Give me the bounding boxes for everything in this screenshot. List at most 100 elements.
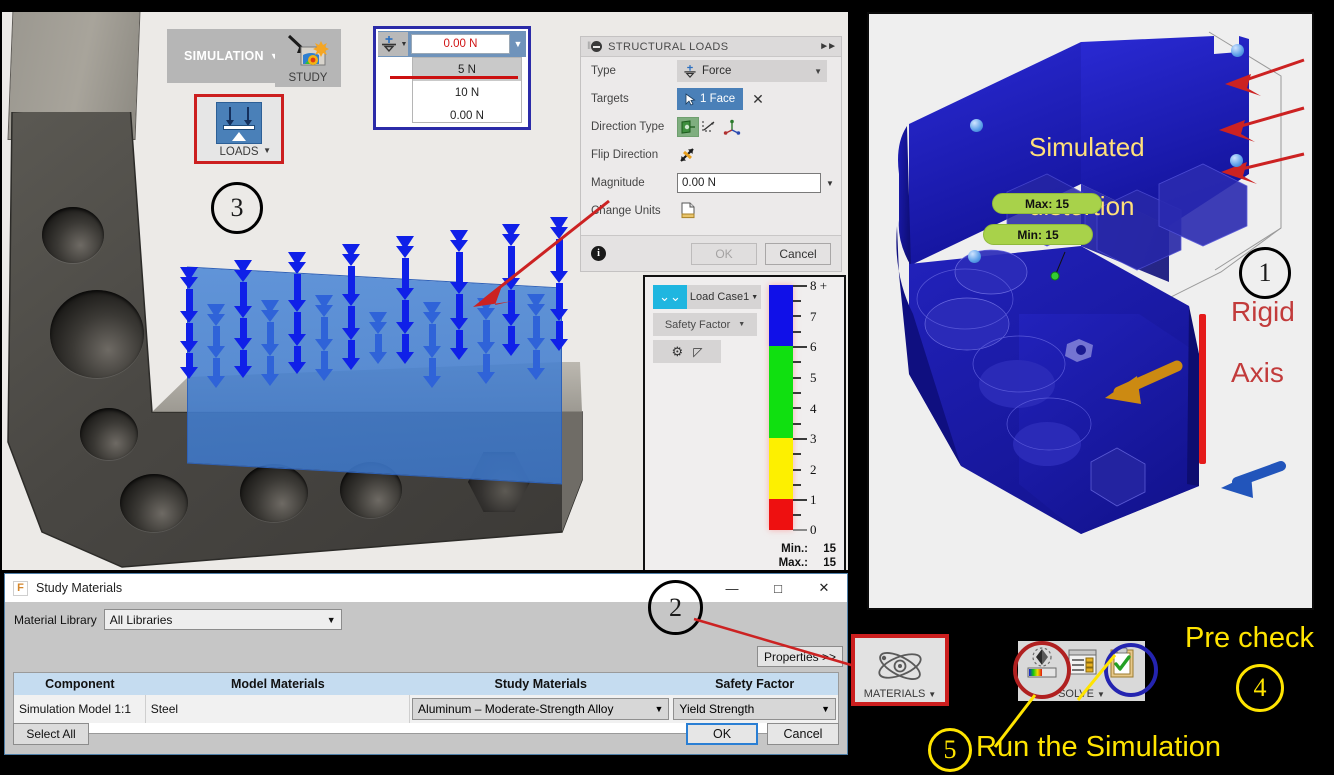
magnitude-toolbar-row[interactable]: ▼ 0.00 N ▼: [378, 31, 526, 57]
callout-2-label: 2: [669, 592, 682, 622]
color-bar-ticks: [793, 285, 807, 531]
magnitude-option[interactable]: 10 N: [413, 81, 521, 104]
direction-axes-icon[interactable]: [721, 117, 743, 137]
results-viewport[interactable]: Simulated distortion Max: 15 Min: 15 1 R…: [867, 12, 1314, 610]
loads-button-callout: LOADS ▼: [194, 94, 284, 164]
gear-icon[interactable]: ⚙: [672, 344, 684, 360]
min-label: Min.:: [781, 543, 808, 555]
loads-label: LOADS: [219, 146, 259, 158]
column-header-study-materials: Study Materials: [494, 677, 587, 691]
cancel-button[interactable]: Cancel: [765, 242, 831, 265]
dialog-ok-button[interactable]: OK: [686, 723, 758, 745]
bracket-hole: [80, 408, 138, 460]
ribbon-study-button[interactable]: STUDY: [275, 29, 341, 87]
result-type-select[interactable]: Safety Factor ▼: [653, 313, 757, 336]
structural-loads-panel[interactable]: ‖ STRUCTURAL LOADS ►► Type Force ▼ Targe…: [580, 36, 842, 272]
material-library-select[interactable]: All Libraries ▼: [103, 609, 342, 630]
row-direction-type: Direction Type: [581, 113, 841, 141]
control-point[interactable]: [1231, 44, 1244, 57]
close-icon[interactable]: ✕: [752, 91, 764, 108]
triangle-icon[interactable]: ◸: [693, 345, 702, 359]
chevron-down-icon[interactable]: ▼: [826, 179, 834, 188]
document-ruler-glyph-icon: [681, 202, 695, 219]
pre-check-annotation: Pre check: [1185, 622, 1314, 654]
min-value: 15: [823, 543, 836, 555]
callout-5: 5: [928, 728, 972, 772]
callout-1: 1: [1239, 247, 1291, 299]
bracket-hole: [240, 464, 308, 522]
magnitude-options-list[interactable]: 5 N 10 N 0.00 N: [412, 57, 522, 123]
close-button[interactable]: ✕: [801, 574, 847, 602]
direction-angle-icon[interactable]: [699, 117, 721, 137]
loads-button[interactable]: LOADS ▼: [200, 100, 278, 158]
expand-right-icon[interactable]: ►►: [819, 41, 837, 52]
fusion-app-icon: F: [13, 580, 28, 596]
control-point[interactable]: [1230, 154, 1243, 167]
targets-label: Targets: [591, 93, 629, 105]
collapse-icon[interactable]: [591, 41, 603, 52]
color-band-blue: [769, 285, 793, 346]
legend-min-row: Min.: 15: [645, 542, 836, 556]
cell-model-material: Steel: [146, 695, 411, 723]
legend-tools-row[interactable]: ⚙ ◸: [653, 340, 721, 363]
change-units-icon[interactable]: [677, 201, 699, 221]
magnitude-input[interactable]: 0.00 N: [677, 173, 821, 193]
direction-normal-icon[interactable]: [677, 117, 699, 137]
blue-direction-arrow: [1221, 461, 1286, 498]
load-case-row[interactable]: ⌄⌄ Load Case1 ▼: [653, 285, 761, 309]
dialog-title-bar[interactable]: F Study Materials — □ ✕: [5, 574, 847, 602]
column-header-component: Component: [45, 677, 115, 691]
bracket-hole: [50, 290, 144, 378]
structural-loads-header[interactable]: ‖ STRUCTURAL LOADS ►►: [581, 37, 841, 57]
double-chevron-down-icon[interactable]: ⌄⌄: [653, 285, 687, 309]
magnitude-label: Magnitude: [591, 177, 645, 189]
tick-label: 4: [810, 401, 817, 416]
load-case-select[interactable]: Load Case1 ▼: [687, 285, 761, 309]
chevron-down-icon: ▼: [821, 704, 830, 714]
dialog-title: Study Materials: [36, 581, 123, 595]
targets-selection-button[interactable]: 1 Face: [677, 88, 744, 110]
minimize-button[interactable]: —: [709, 574, 755, 602]
table-row[interactable]: Simulation Model 1:1 Steel Aluminum – Mo…: [14, 695, 838, 723]
chevron-down-icon: ▼: [738, 321, 746, 328]
dialog-cancel-button[interactable]: Cancel: [767, 723, 839, 745]
min-value-pill: Min: 15: [983, 224, 1093, 245]
type-select[interactable]: Force ▼: [677, 60, 827, 82]
control-point[interactable]: [968, 250, 981, 263]
tick-label: 2: [810, 462, 817, 477]
magnitude-value-field[interactable]: 0.00 N: [411, 34, 510, 54]
ribbon-simulation-tab[interactable]: SIMULATION ▼: [167, 29, 279, 83]
chevron-down-icon[interactable]: ▼: [510, 39, 526, 49]
select-all-button[interactable]: Select All: [13, 723, 89, 745]
control-point[interactable]: [970, 119, 983, 132]
maximize-button[interactable]: □: [755, 574, 801, 602]
modeling-viewport[interactable]: SIMULATION ▼ STUDY: [2, 12, 848, 570]
ok-button[interactable]: OK: [691, 242, 757, 265]
row-magnitude: Magnitude 0.00 N ▼: [581, 169, 841, 197]
chevron-down-icon[interactable]: ▼: [263, 146, 271, 155]
load-type-icon[interactable]: ▼: [378, 32, 408, 56]
results-legend-panel[interactable]: ⌄⌄ Load Case1 ▼ Safety Factor ▼ ⚙ ◸ 8 + …: [643, 275, 846, 570]
row-targets: Targets 1 Face ✕: [581, 85, 841, 113]
chevron-down-icon: ▼: [326, 614, 336, 625]
max-value-pill: Max: 15: [992, 193, 1102, 214]
safety-factor-select[interactable]: Yield Strength ▼: [673, 698, 836, 720]
study-material-select[interactable]: Aluminum – Moderate-Strength Alloy ▼: [412, 698, 670, 720]
color-bar-tick-labels: 8 + 7 6 5 4 3 2 1 0: [810, 277, 846, 538]
magnitude-option[interactable]: 0.00 N: [413, 104, 521, 127]
window-buttons: — □ ✕: [709, 574, 847, 602]
chevron-down-icon: ▼: [751, 293, 759, 301]
tick-label: 0: [810, 522, 817, 537]
callout-arrow-to-face: [473, 199, 610, 307]
callout-3-label: 3: [230, 193, 244, 222]
face-normal-glyph-icon: [681, 120, 695, 134]
legend-min-max: Min.: 15 Max.: 15: [645, 542, 836, 570]
tick-label: 1: [810, 492, 817, 507]
color-band-red: [769, 499, 793, 530]
magnitude-dropdown-callout: ▼ 0.00 N ▼ 5 N 10 N 0.00 N: [373, 26, 531, 130]
tick-label: 8 +: [810, 278, 828, 293]
max-value: 15: [823, 557, 836, 569]
chevron-down-icon[interactable]: ▼: [814, 67, 822, 76]
column-header-model-materials: Model Materials: [230, 677, 325, 691]
flip-direction-icon[interactable]: [677, 145, 699, 165]
